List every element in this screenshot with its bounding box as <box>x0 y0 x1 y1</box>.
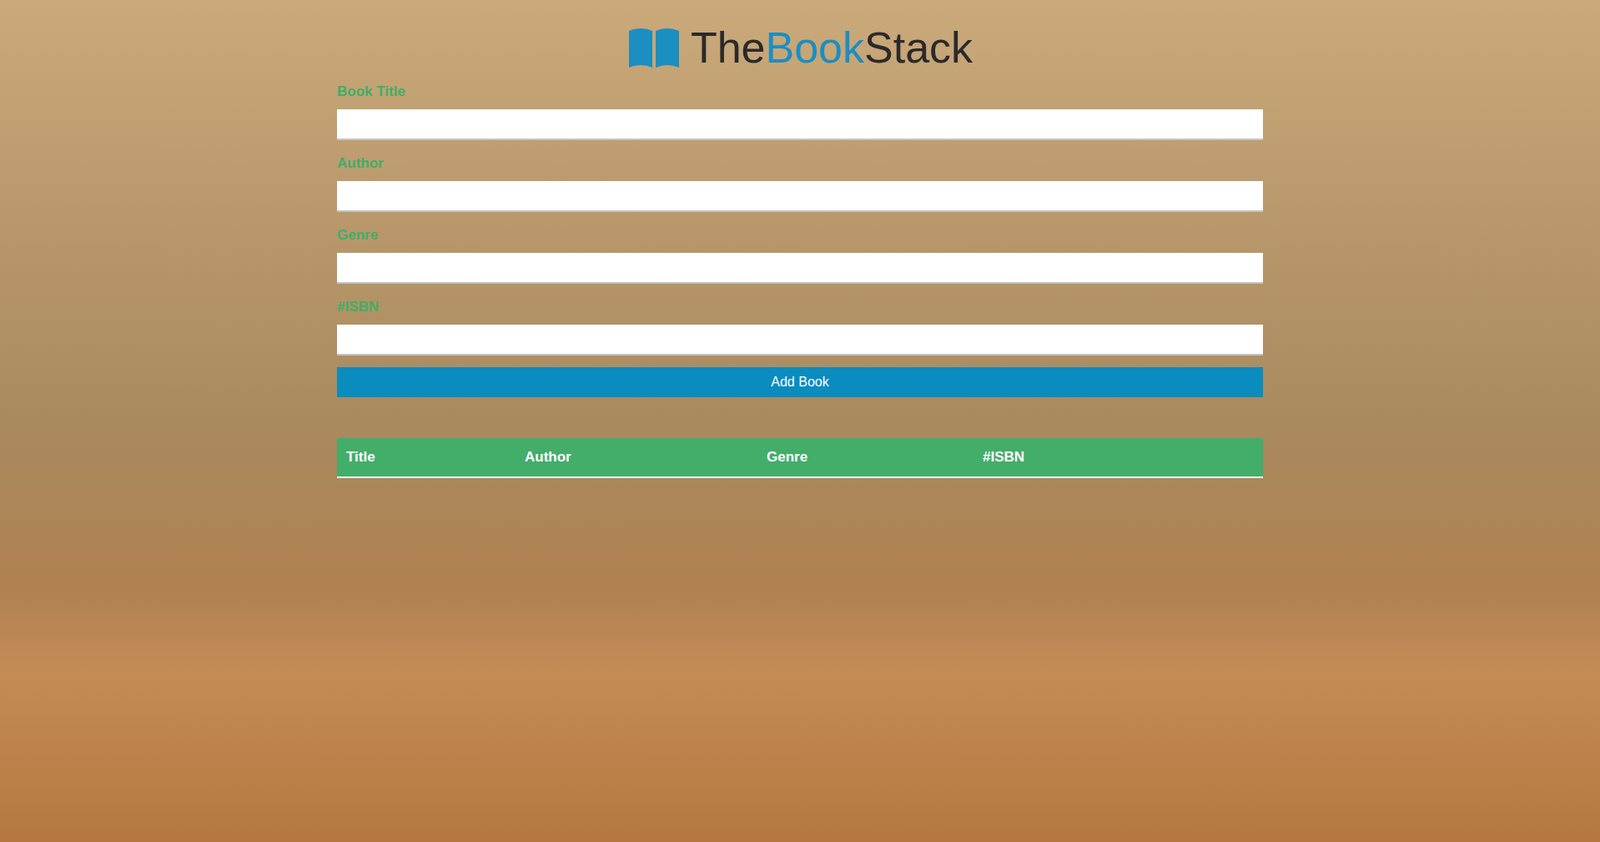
field-label: Genre <box>337 226 1263 244</box>
logo-part: Book <box>765 23 866 72</box>
field-label: Book Title <box>337 83 1263 101</box>
column-header: Title <box>337 446 516 468</box>
field-label: Author <box>337 155 1263 172</box>
logo-part: Stack <box>864 23 973 72</box>
field-input[interactable] <box>337 181 1263 212</box>
add-book-button[interactable]: Add Book <box>337 367 1263 398</box>
logo-part: The <box>690 23 766 72</box>
form-field: Book Title <box>337 83 1263 141</box>
column-header: Author <box>515 446 758 468</box>
logo: TheBookStack <box>627 21 973 74</box>
form-field: Author <box>337 155 1263 212</box>
table-header: TitleAuthorGenre#ISBN <box>337 437 1263 478</box>
column-header: #ISBN <box>973 446 1263 468</box>
form-field: Genre <box>337 226 1263 284</box>
book-icon <box>627 25 681 70</box>
field-label: #ISBN <box>337 298 1263 316</box>
books-table: TitleAuthorGenre#ISBN <box>337 437 1263 478</box>
field-input[interactable] <box>337 109 1263 141</box>
page: TheBookStackBook TitleAuthorGenre#ISBNAd… <box>0 0 1600 842</box>
book-form: Book Title Author Genre #ISBN <box>337 83 1263 356</box>
field-input[interactable] <box>337 252 1263 284</box>
field-input[interactable] <box>337 324 1263 356</box>
form-field: #ISBN <box>337 298 1263 356</box>
column-header: Genre <box>757 446 974 468</box>
logo-text: TheBookStack <box>690 25 973 70</box>
